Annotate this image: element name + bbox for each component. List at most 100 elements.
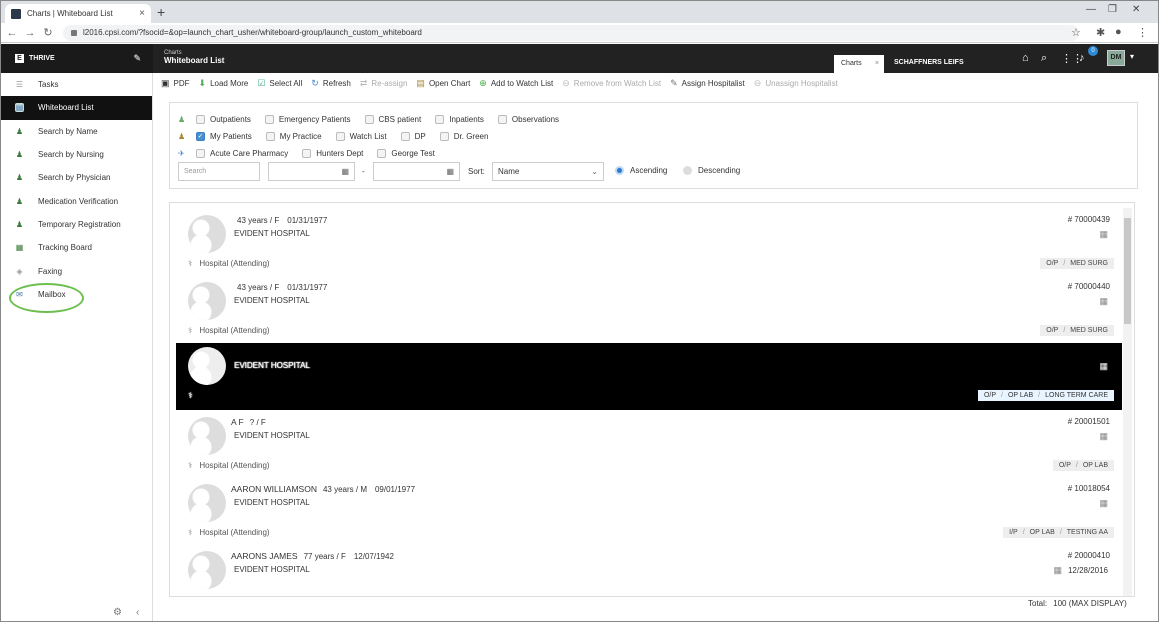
reload-icon[interactable]: ↻ [41,26,55,39]
calendar-icon[interactable]: ▦ [1099,296,1108,307]
settings-gear-icon[interactable]: ⚙ [113,607,122,618]
checkbox-checked[interactable]: ✓ [196,132,205,141]
close-tab-icon[interactable]: × [139,8,145,19]
browser-tab[interactable]: Charts | Whiteboard List × [5,4,151,23]
checkbox[interactable] [364,115,374,124]
patient-hospital: EVIDENT HOSPITAL [234,296,310,305]
list-scrollbar[interactable] [1123,208,1132,596]
sidebar-item-search-by-physician[interactable]: ♟ Search by Physician [1,166,152,189]
tag: MED SURG [1070,260,1108,267]
forward-icon[interactable]: → [23,27,37,39]
checkbox[interactable] [302,149,312,158]
profile-icon[interactable]: ● [1115,26,1122,38]
new-tab-button[interactable]: + [157,4,165,20]
filter-dp[interactable]: DP [400,132,426,141]
user-menu-chevron-icon[interactable]: ▾ [1130,52,1134,61]
filter-watch-list[interactable]: Watch List [335,132,387,141]
back-icon[interactable]: ← [5,27,19,39]
sidebar-item-medication-verification[interactable]: ♟ Medication Verification [1,189,152,212]
radio-selected[interactable] [615,166,624,175]
sidebar-item-temporary-registration[interactable]: ♟ Temporary Registration [1,213,152,236]
patient-tab[interactable]: SCHAFFNERS LEIFS [894,59,964,66]
ascending-radio[interactable]: Ascending [615,166,667,175]
checkbox[interactable] [264,115,274,124]
descending-radio[interactable]: Descending [683,166,740,175]
calendar-icon[interactable]: ▦ [446,167,454,176]
checkbox[interactable] [265,132,275,141]
add-watch-button[interactable]: ⊕ Add to Watch List [479,78,553,89]
sidebar-item-search-by-name[interactable]: ♟ Search by Name [1,120,152,143]
filter-hunters-dept[interactable]: Hunters Dept [302,149,363,158]
patient-row[interactable]: AARONS JAMES 77 years / F 12/07/1942 EVIDE… [176,547,1122,596]
patient-row[interactable]: AARON WILLIAMSON 43 years / M 09/01/1977 E… [176,480,1122,547]
close-chart-tab-icon[interactable]: × [875,55,879,73]
home-icon[interactable]: ⌂ [1022,52,1029,64]
filter-outpatients[interactable]: Outpatients [196,115,251,124]
avatar[interactable]: DM [1107,50,1125,66]
filter-my-practice[interactable]: My Practice [265,132,322,141]
open-chart-button[interactable]: ▤ Open Chart [416,78,470,89]
sidebar-item-faxing[interactable]: ◈ Faxing [1,259,152,282]
patient-row[interactable]: 43 years / F 01/31/1977 EVIDENT HOSPITAL … [176,278,1122,345]
filter-inpatients[interactable]: Inpatients [435,115,484,124]
filter-my-patients[interactable]: ✓ My Patients [196,132,252,141]
calendar-icon[interactable]: ▦ [1099,229,1108,240]
calendar-icon[interactable]: ▦ [1099,431,1108,442]
restore-icon[interactable]: ❐ [1108,4,1117,15]
extensions-icon[interactable]: ✱ [1096,26,1105,39]
filter-acute-care-pharmacy[interactable]: Acute Care Pharmacy [196,149,288,158]
sidebar-item-tasks[interactable]: ☰ Tasks [1,73,152,96]
date-to-field[interactable]: ▦ [373,162,460,181]
close-window-icon[interactable]: ✕ [1132,4,1140,15]
url-field[interactable]: l2016.cpsi.com/?fsocid=&op=launch_chart_… [63,25,1079,41]
sidebar-item-search-by-nursing[interactable]: ♟ Search by Nursing [1,143,152,166]
checkbox[interactable] [439,132,449,141]
checkbox[interactable] [196,149,205,158]
filter-dr-green[interactable]: Dr. Green [439,132,488,141]
pin-icon[interactable]: ✎ [133,53,141,64]
thrive-logo-icon: E [15,54,24,63]
scrollbar-thumb[interactable] [1124,218,1131,324]
checkbox[interactable] [400,132,410,141]
remove-watch-button[interactable]: ⊖ Remove from Watch List [562,78,661,89]
pdf-button[interactable]: ▣ PDF [161,78,190,89]
sidebar-item-whiteboard-list[interactable]: ▤ Whiteboard List [1,96,152,120]
filter-george-test[interactable]: George Test [377,149,435,158]
minimize-icon[interactable]: — [1086,4,1096,15]
calendar-icon[interactable]: ▦ 12/28/2016 [1053,565,1108,576]
search-icon[interactable]: ⌕ [1041,52,1047,65]
search-input[interactable]: Search [178,162,260,181]
select-all-button[interactable]: ☑ Select All [257,78,302,89]
load-more-button[interactable]: ⬇ Load More [199,78,249,89]
patient-row-selected[interactable]: EVIDENT HOSPITAL ▦ ⚕ O/P / OP LAB / LONG TER… [176,343,1122,410]
patient-row[interactable]: 43 years / F 01/31/1977 EVIDENT HOSPITAL … [176,211,1122,278]
collapse-sidebar-icon[interactable]: ‹ [136,607,139,618]
checkbox[interactable] [435,115,445,124]
sidebar-item-label: Tracking Board [38,243,92,253]
radio[interactable] [683,166,692,175]
checkbox[interactable] [196,115,205,124]
reassign-button[interactable]: ⇄ Re-assign [360,78,408,89]
filter-observations[interactable]: Observations [497,115,559,124]
browser-menu-icon[interactable]: ⋮ [1137,26,1148,39]
refresh-button[interactable]: ↻ Refresh [311,78,351,89]
filter-emergency-patients[interactable]: Emergency Patients [264,115,351,124]
bookmark-star-icon[interactable]: ☆ [1071,26,1081,39]
add-icon: ⊕ [479,77,487,88]
sidebar-item-tracking-board[interactable]: ▦ Tracking Board [1,236,152,259]
sort-select[interactable]: Name ⌄ [492,162,604,181]
calendar-icon[interactable]: ▦ [341,167,349,176]
filter-cbs-patient[interactable]: CBS patient [364,115,421,124]
checkbox[interactable] [335,132,345,141]
patient-row[interactable]: A F ? / F EVIDENT HOSPITAL # 20001501 ▦ ⚕… [176,413,1122,480]
calendar-icon[interactable]: ▦ [1099,361,1108,372]
unassign-hospitalist-button[interactable]: ⊖ Unassign Hospitalist [754,78,838,89]
calendar-icon[interactable]: ▦ [1099,498,1108,509]
tab-charts[interactable]: Charts × [834,55,884,73]
checkbox[interactable] [497,115,507,124]
date-from-field[interactable]: ▦ [268,162,355,181]
assign-hospitalist-button[interactable]: ✎ Assign Hospitalist [670,78,745,89]
browser-address-bar: ← → ↻ l2016.cpsi.com/?fsocid=&op=launch_… [1,23,1158,43]
checkbox[interactable] [377,149,387,158]
bell-icon[interactable]: ♪ [1079,52,1085,64]
